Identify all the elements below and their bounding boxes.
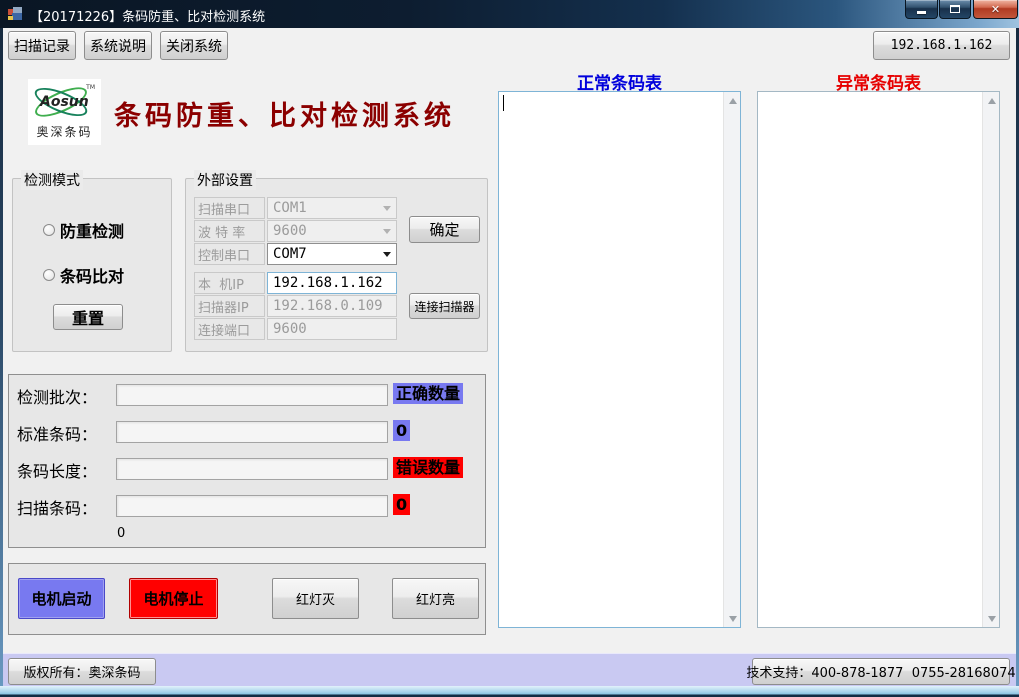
normal-barcode-list[interactable] bbox=[498, 91, 741, 628]
motor-start-button[interactable]: 电机启动 bbox=[18, 578, 105, 619]
barcode-length-input[interactable] bbox=[116, 458, 388, 480]
correct-count-label: 正确数量 bbox=[393, 383, 463, 404]
host-ip-button[interactable]: 192.168.1.162 bbox=[873, 31, 1010, 60]
radio-anti-duplicate[interactable]: 防重检测 bbox=[43, 218, 124, 242]
radio-barcode-compare[interactable]: 条码比对 bbox=[43, 263, 124, 287]
scroll-down-button[interactable] bbox=[724, 610, 741, 627]
connect-scanner-button[interactable]: 连接扫描器 bbox=[409, 293, 480, 319]
detection-fields-panel: 检测批次： 正确数量 标准条码： 0 条码长度： 错误数量 扫描条码： 0 0 bbox=[8, 374, 486, 548]
close-system-button[interactable]: 关闭系统 bbox=[160, 31, 228, 60]
toolbar: 扫描记录 系统说明 关闭系统 192.168.1.162 bbox=[3, 28, 1016, 63]
minimize-button[interactable] bbox=[905, 0, 938, 19]
barcode-length-label: 条码长度： bbox=[17, 458, 97, 482]
standard-barcode-label: 标准条码： bbox=[17, 421, 97, 445]
connect-port-label: 连接端口 bbox=[194, 318, 265, 340]
abnormal-list-scrollbar[interactable] bbox=[982, 92, 999, 627]
motor-stop-button[interactable]: 电机停止 bbox=[129, 578, 218, 619]
app-window: 【20171226】条码防重、比对检测系统 ✕ 扫描记录 系统说明 关闭系统 1… bbox=[0, 0, 1019, 697]
radio-unchecked-icon bbox=[43, 224, 55, 236]
red-light-on-button[interactable]: 红灯亮 bbox=[392, 578, 479, 619]
detection-mode-group: 检测模式 防重检测 条码比对 重置 bbox=[12, 178, 172, 352]
chevron-down-icon bbox=[988, 616, 996, 622]
chevron-down-icon bbox=[383, 252, 391, 257]
text-caret bbox=[503, 95, 504, 111]
logo-brand: Aosun bbox=[40, 94, 89, 110]
scan-records-button[interactable]: 扫描记录 bbox=[8, 31, 76, 60]
control-port-label: 控制串口 bbox=[194, 243, 265, 265]
confirm-button[interactable]: 确定 bbox=[409, 216, 480, 243]
connect-port-field: 9600 bbox=[267, 318, 397, 340]
system-info-button[interactable]: 系统说明 bbox=[84, 31, 152, 60]
error-count-value: 0 bbox=[393, 494, 410, 515]
window-border-bottom bbox=[0, 686, 1019, 697]
correct-count-value: 0 bbox=[393, 420, 410, 441]
scan-port-combo: COM1 bbox=[267, 197, 397, 219]
batch-label: 检测批次： bbox=[17, 384, 97, 408]
close-button[interactable]: ✕ bbox=[973, 0, 1018, 19]
chevron-up-icon bbox=[988, 98, 996, 104]
support-button[interactable]: 技术支持：400-878-1877 0755-28168074 bbox=[752, 658, 1010, 685]
batch-input[interactable] bbox=[116, 384, 388, 406]
scan-barcode-input[interactable] bbox=[116, 495, 388, 517]
red-light-off-button[interactable]: 红灯灭 bbox=[272, 578, 359, 619]
local-ip-field[interactable]: 192.168.1.162 bbox=[267, 272, 397, 294]
footnote-count: 0 bbox=[117, 526, 125, 541]
minimize-icon bbox=[917, 11, 926, 14]
detection-mode-group-title: 检测模式 bbox=[21, 170, 83, 190]
chevron-down-icon bbox=[729, 616, 737, 622]
chevron-up-icon bbox=[729, 98, 737, 104]
motor-controls-panel: 电机启动 电机停止 红灯灭 红灯亮 bbox=[8, 563, 486, 635]
reset-button[interactable]: 重置 bbox=[53, 304, 123, 330]
chevron-down-icon bbox=[383, 229, 391, 234]
maximize-button[interactable] bbox=[939, 0, 971, 19]
close-icon: ✕ bbox=[991, 3, 1000, 16]
copyright-button[interactable]: 版权所有：奥深条码 bbox=[8, 658, 156, 685]
scanner-ip-label: 扫描器IP bbox=[194, 295, 265, 317]
window-border-left bbox=[0, 28, 3, 686]
logo-caption: 奥深条码 bbox=[28, 123, 101, 140]
scroll-down-button[interactable] bbox=[983, 610, 1000, 627]
standard-barcode-input[interactable] bbox=[116, 421, 388, 443]
scan-barcode-label: 扫描条码： bbox=[17, 495, 97, 519]
radio-unchecked-icon bbox=[43, 269, 55, 281]
scanner-ip-field: 192.168.0.109 bbox=[267, 295, 397, 317]
chevron-down-icon bbox=[383, 206, 391, 211]
scan-port-label: 扫描串口 bbox=[194, 197, 265, 219]
external-settings-group-title: 外部设置 bbox=[194, 170, 256, 190]
error-count-label: 错误数量 bbox=[393, 457, 463, 478]
logo-trademark: TM bbox=[86, 84, 95, 91]
page-title: 条码防重、比对检测系统 bbox=[114, 94, 455, 133]
app-icon bbox=[8, 7, 24, 21]
normal-list-scrollbar[interactable] bbox=[723, 92, 740, 627]
scroll-up-button[interactable] bbox=[983, 92, 1000, 109]
company-logo: Aosun TM 奥深条码 bbox=[28, 79, 101, 145]
baud-rate-label: 波 特 率 bbox=[194, 220, 265, 242]
baud-rate-combo: 9600 bbox=[267, 220, 397, 242]
statusbar: 版权所有：奥深条码 技术支持：400-878-1877 0755-2816807… bbox=[3, 653, 1016, 686]
scroll-up-button[interactable] bbox=[724, 92, 741, 109]
window-title: 【20171226】条码防重、比对检测系统 bbox=[30, 6, 265, 25]
local-ip-label: 本 机IP bbox=[194, 272, 265, 294]
titlebar: 【20171226】条码防重、比对检测系统 ✕ bbox=[0, 0, 1019, 28]
external-settings-group: 外部设置 扫描串口 COM1 波 特 率 9600 控制串口 COM7 本 机I… bbox=[185, 178, 488, 352]
abnormal-barcode-list[interactable] bbox=[757, 91, 1000, 628]
maximize-icon bbox=[950, 5, 960, 13]
control-port-combo[interactable]: COM7 bbox=[267, 243, 397, 265]
